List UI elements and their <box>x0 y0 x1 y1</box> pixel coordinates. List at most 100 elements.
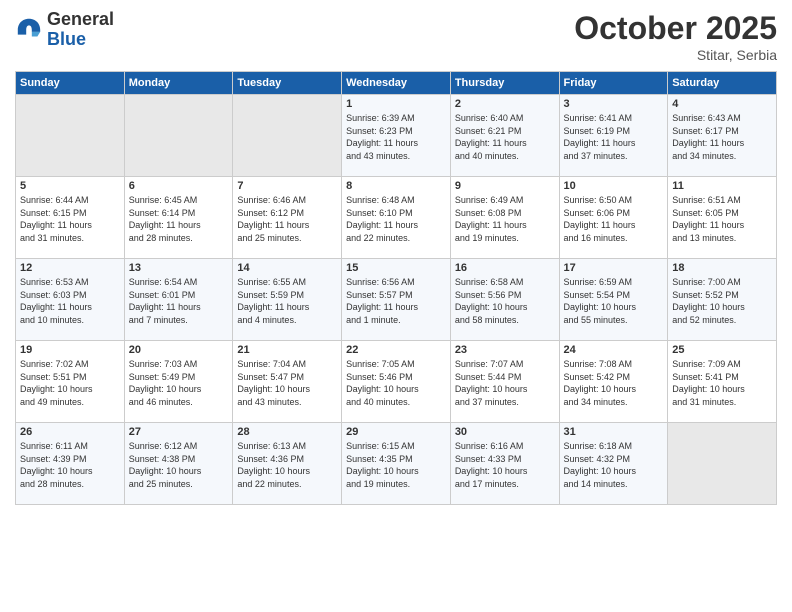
day-number: 30 <box>455 426 555 438</box>
page-container: General Blue October 2025 Stitar, Serbia… <box>0 0 792 515</box>
calendar-cell: 10Sunrise: 6:50 AMSunset: 6:06 PMDayligh… <box>559 177 668 259</box>
logo-blue: Blue <box>47 30 114 50</box>
day-info: Sunrise: 6:43 AM <box>672 112 772 125</box>
calendar-cell: 25Sunrise: 7:09 AMSunset: 5:41 PMDayligh… <box>668 341 777 423</box>
day-info: Sunrise: 6:53 AM <box>20 276 120 289</box>
col-wednesday: Wednesday <box>342 72 451 95</box>
day-number: 28 <box>237 426 337 438</box>
day-info: Sunset: 5:57 PM <box>346 289 446 302</box>
day-info: and 31 minutes. <box>20 232 120 245</box>
day-info: Sunset: 6:06 PM <box>564 207 664 220</box>
day-number: 1 <box>346 98 446 110</box>
calendar-week-2: 5Sunrise: 6:44 AMSunset: 6:15 PMDaylight… <box>16 177 777 259</box>
logo: General Blue <box>15 10 114 50</box>
day-info: Sunset: 6:19 PM <box>564 125 664 138</box>
calendar-cell <box>124 95 233 177</box>
day-number: 22 <box>346 344 446 356</box>
day-info: Daylight: 11 hours <box>346 137 446 150</box>
day-info: and 22 minutes. <box>346 232 446 245</box>
day-info: and 7 minutes. <box>129 314 229 327</box>
day-info: Sunset: 5:49 PM <box>129 371 229 384</box>
calendar-cell: 14Sunrise: 6:55 AMSunset: 5:59 PMDayligh… <box>233 259 342 341</box>
logo-general: General <box>47 10 114 30</box>
day-info: and 34 minutes. <box>672 150 772 163</box>
day-info: and 25 minutes. <box>237 232 337 245</box>
day-info: Sunset: 6:14 PM <box>129 207 229 220</box>
day-info: Daylight: 10 hours <box>129 465 229 478</box>
calendar-cell: 16Sunrise: 6:58 AMSunset: 5:56 PMDayligh… <box>450 259 559 341</box>
day-info: Sunset: 6:05 PM <box>672 207 772 220</box>
day-info: Daylight: 10 hours <box>672 383 772 396</box>
day-info: Daylight: 10 hours <box>237 465 337 478</box>
day-info: Sunset: 5:47 PM <box>237 371 337 384</box>
day-number: 9 <box>455 180 555 192</box>
day-info: Sunrise: 6:51 AM <box>672 194 772 207</box>
day-number: 21 <box>237 344 337 356</box>
day-info: Sunrise: 6:40 AM <box>455 112 555 125</box>
day-info: and 16 minutes. <box>564 232 664 245</box>
day-number: 27 <box>129 426 229 438</box>
calendar-cell: 17Sunrise: 6:59 AMSunset: 5:54 PMDayligh… <box>559 259 668 341</box>
day-number: 12 <box>20 262 120 274</box>
day-info: Sunrise: 6:39 AM <box>346 112 446 125</box>
day-info: Daylight: 11 hours <box>237 219 337 232</box>
day-info: Sunrise: 6:18 AM <box>564 440 664 453</box>
day-info: Sunrise: 7:03 AM <box>129 358 229 371</box>
day-info: Daylight: 11 hours <box>20 219 120 232</box>
day-info: and 37 minutes. <box>455 396 555 409</box>
day-info: Sunset: 5:59 PM <box>237 289 337 302</box>
calendar-cell: 21Sunrise: 7:04 AMSunset: 5:47 PMDayligh… <box>233 341 342 423</box>
day-info: Daylight: 11 hours <box>237 301 337 314</box>
day-number: 13 <box>129 262 229 274</box>
calendar-week-3: 12Sunrise: 6:53 AMSunset: 6:03 PMDayligh… <box>16 259 777 341</box>
calendar-cell: 15Sunrise: 6:56 AMSunset: 5:57 PMDayligh… <box>342 259 451 341</box>
day-info: and 49 minutes. <box>20 396 120 409</box>
day-number: 5 <box>20 180 120 192</box>
calendar-cell: 3Sunrise: 6:41 AMSunset: 6:19 PMDaylight… <box>559 95 668 177</box>
calendar-cell: 4Sunrise: 6:43 AMSunset: 6:17 PMDaylight… <box>668 95 777 177</box>
day-info: Sunrise: 6:46 AM <box>237 194 337 207</box>
day-number: 26 <box>20 426 120 438</box>
day-info: Sunset: 5:56 PM <box>455 289 555 302</box>
day-number: 7 <box>237 180 337 192</box>
day-info: Sunrise: 6:49 AM <box>455 194 555 207</box>
day-info: Sunset: 4:33 PM <box>455 453 555 466</box>
calendar-table: Sunday Monday Tuesday Wednesday Thursday… <box>15 71 777 505</box>
day-info: Daylight: 11 hours <box>672 219 772 232</box>
day-info: and 17 minutes. <box>455 478 555 491</box>
day-info: Sunrise: 7:09 AM <box>672 358 772 371</box>
day-info: and 43 minutes. <box>346 150 446 163</box>
day-info: Sunrise: 6:59 AM <box>564 276 664 289</box>
day-info: Sunrise: 7:05 AM <box>346 358 446 371</box>
day-info: Sunset: 6:21 PM <box>455 125 555 138</box>
day-info: Sunrise: 7:07 AM <box>455 358 555 371</box>
day-number: 29 <box>346 426 446 438</box>
header: General Blue October 2025 Stitar, Serbia <box>15 10 777 63</box>
day-info: and 34 minutes. <box>564 396 664 409</box>
col-monday: Monday <box>124 72 233 95</box>
title-block: October 2025 Stitar, Serbia <box>574 10 777 63</box>
day-info: Sunset: 4:35 PM <box>346 453 446 466</box>
day-info: Sunset: 4:38 PM <box>129 453 229 466</box>
day-number: 31 <box>564 426 664 438</box>
calendar-cell: 13Sunrise: 6:54 AMSunset: 6:01 PMDayligh… <box>124 259 233 341</box>
day-info: Sunset: 6:08 PM <box>455 207 555 220</box>
day-info: Daylight: 11 hours <box>672 137 772 150</box>
month-title: October 2025 <box>574 10 777 47</box>
day-number: 15 <box>346 262 446 274</box>
day-info: and 22 minutes. <box>237 478 337 491</box>
calendar-cell <box>16 95 125 177</box>
day-info: Daylight: 10 hours <box>564 301 664 314</box>
calendar-cell: 24Sunrise: 7:08 AMSunset: 5:42 PMDayligh… <box>559 341 668 423</box>
day-info: Daylight: 10 hours <box>20 383 120 396</box>
day-number: 19 <box>20 344 120 356</box>
day-info: and 40 minutes. <box>455 150 555 163</box>
day-number: 16 <box>455 262 555 274</box>
day-info: Daylight: 10 hours <box>564 465 664 478</box>
day-info: and 13 minutes. <box>672 232 772 245</box>
day-number: 14 <box>237 262 337 274</box>
day-info: and 19 minutes. <box>455 232 555 245</box>
day-info: Sunrise: 6:16 AM <box>455 440 555 453</box>
calendar-cell: 18Sunrise: 7:00 AMSunset: 5:52 PMDayligh… <box>668 259 777 341</box>
day-info: Daylight: 10 hours <box>672 301 772 314</box>
